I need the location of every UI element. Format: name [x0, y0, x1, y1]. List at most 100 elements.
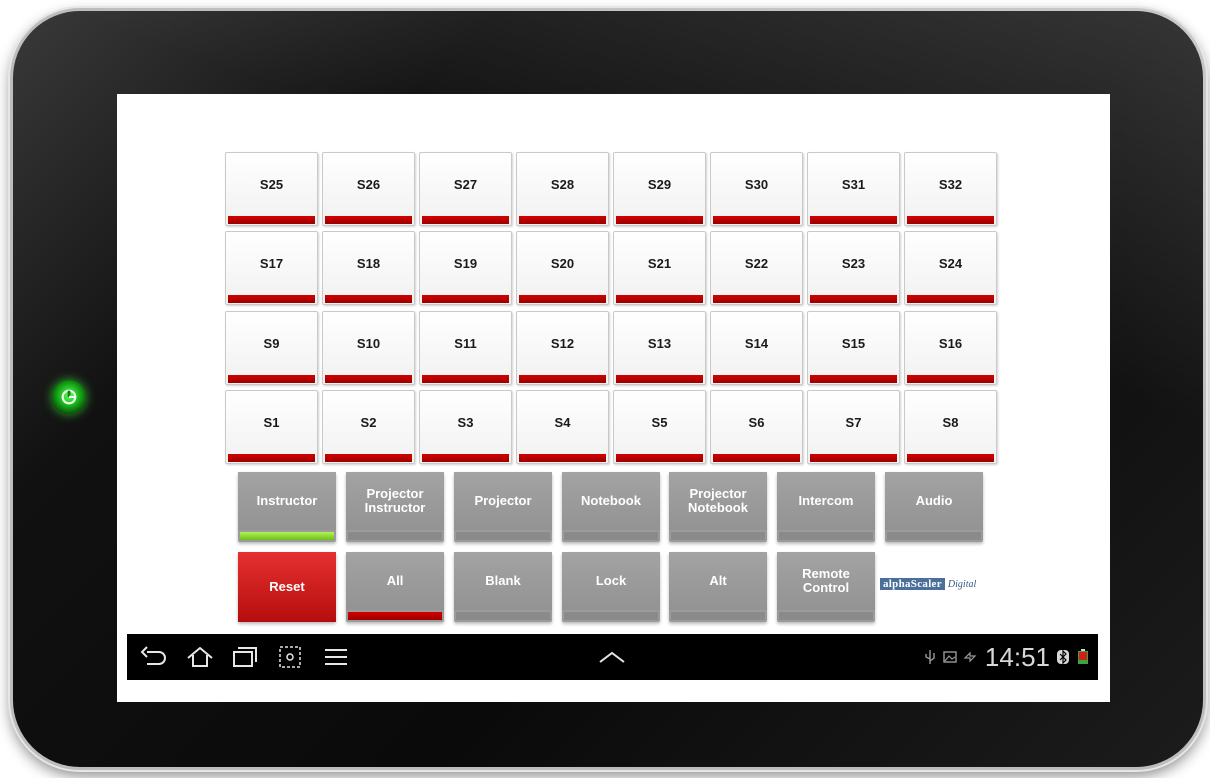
intercom-button[interactable]: Intercom	[777, 472, 875, 542]
source-button[interactable]: S16	[904, 311, 997, 385]
menu-icon[interactable]	[321, 644, 351, 670]
source-status-bar	[228, 216, 315, 224]
button-status-indicator	[887, 532, 981, 540]
control-screen: S25 S26 S27 S28 S29 S30 S31 S32 S17 S18 S19 S20 S21 S…	[117, 94, 1110, 702]
source-status-bar	[422, 295, 509, 303]
button-status-indicator	[564, 612, 658, 620]
screenshot-icon[interactable]	[275, 644, 305, 670]
button-status-indicator	[779, 532, 873, 540]
source-status-bar	[519, 295, 606, 303]
source-button[interactable]: S11	[419, 311, 512, 385]
source-button[interactable]: S2	[322, 390, 415, 464]
source-status-bar	[519, 216, 606, 224]
source-button-label: S7	[845, 414, 862, 430]
chevron-up-icon[interactable]	[597, 644, 627, 670]
source-status-bar	[325, 216, 412, 224]
usb-icon	[925, 650, 935, 664]
button-status-indicator	[564, 532, 658, 540]
source-button[interactable]: S22	[710, 231, 803, 305]
source-button[interactable]: S3	[419, 390, 512, 464]
control-button-label: Blank	[454, 552, 552, 610]
mode-button-label: Instructor	[238, 472, 336, 530]
source-button-label: S29	[647, 176, 672, 192]
source-button[interactable]: S17	[225, 231, 318, 305]
home-icon[interactable]	[185, 644, 215, 670]
source-button[interactable]: S32	[904, 152, 997, 226]
source-button[interactable]: S8	[904, 390, 997, 464]
source-status-bar	[325, 295, 412, 303]
source-button[interactable]: S5	[613, 390, 706, 464]
source-button[interactable]: S27	[419, 152, 512, 226]
source-button[interactable]: S26	[322, 152, 415, 226]
brand-logo: alphaScaler Digital	[880, 578, 990, 600]
control-button-label: Reset	[238, 552, 336, 622]
button-status-indicator	[348, 532, 442, 540]
button-status-indicator	[779, 612, 873, 620]
source-button[interactable]: S23	[807, 231, 900, 305]
source-button[interactable]: S18	[322, 231, 415, 305]
source-status-bar	[616, 454, 703, 462]
mode-button-label: Audio	[885, 472, 983, 530]
image-icon	[943, 651, 957, 663]
blank-button[interactable]: Blank	[454, 552, 552, 622]
source-button[interactable]: S21	[613, 231, 706, 305]
source-button[interactable]: S9	[225, 311, 318, 385]
source-button[interactable]: S29	[613, 152, 706, 226]
source-button-label: S32	[938, 176, 963, 192]
sync-icon	[963, 651, 977, 663]
source-status-bar	[713, 216, 800, 224]
source-button-label: S19	[453, 255, 478, 271]
back-icon[interactable]	[139, 644, 169, 670]
source-status-bar	[228, 295, 315, 303]
source-button-label: S21	[647, 255, 672, 271]
remote-control-button[interactable]: Remote Control	[777, 552, 875, 622]
button-status-indicator	[671, 532, 765, 540]
recent-apps-icon[interactable]	[229, 644, 259, 670]
source-button-label: S6	[748, 414, 765, 430]
source-button[interactable]: S4	[516, 390, 609, 464]
source-button[interactable]: S7	[807, 390, 900, 464]
source-status-bar	[907, 375, 994, 383]
brand-logo-sub: Digital	[947, 579, 977, 590]
source-status-bar	[422, 216, 509, 224]
button-status-indicator	[671, 612, 765, 620]
lock-button[interactable]: Lock	[562, 552, 660, 622]
source-status-bar	[422, 375, 509, 383]
alt-button[interactable]: Alt	[669, 552, 767, 622]
source-button[interactable]: S19	[419, 231, 512, 305]
all-button[interactable]: All	[346, 552, 444, 622]
instructor-button[interactable]: Instructor	[238, 472, 336, 542]
button-status-indicator	[456, 612, 550, 620]
source-button[interactable]: S24	[904, 231, 997, 305]
source-button-label: S17	[259, 255, 284, 271]
projector-button[interactable]: Projector	[454, 472, 552, 542]
source-button-label: S18	[356, 255, 381, 271]
source-button[interactable]: S30	[710, 152, 803, 226]
audio-button[interactable]: Audio	[885, 472, 983, 542]
source-button[interactable]: S31	[807, 152, 900, 226]
source-button[interactable]: S13	[613, 311, 706, 385]
source-button[interactable]: S12	[516, 311, 609, 385]
source-status-bar	[810, 454, 897, 462]
bluetooth-icon	[1057, 649, 1069, 665]
android-nav-bar: 14:51	[127, 634, 1098, 680]
source-status-bar	[810, 375, 897, 383]
source-button[interactable]: S15	[807, 311, 900, 385]
source-button[interactable]: S10	[322, 311, 415, 385]
source-button[interactable]: S28	[516, 152, 609, 226]
source-button[interactable]: S14	[710, 311, 803, 385]
source-button[interactable]: S20	[516, 231, 609, 305]
source-button-label: S20	[550, 255, 575, 271]
projector-instructor-button[interactable]: Projector Instructor	[346, 472, 444, 542]
source-button-label: S27	[453, 176, 478, 192]
source-button-label: S10	[356, 335, 381, 351]
source-button[interactable]: S25	[225, 152, 318, 226]
source-button[interactable]: S1	[225, 390, 318, 464]
source-status-bar	[228, 454, 315, 462]
projector-notebook-button[interactable]: Projector Notebook	[669, 472, 767, 542]
status-area: 14:51	[923, 634, 1090, 680]
notebook-button[interactable]: Notebook	[562, 472, 660, 542]
source-button[interactable]: S6	[710, 390, 803, 464]
power-button[interactable]	[52, 380, 86, 414]
reset-button[interactable]: Reset	[238, 552, 336, 622]
